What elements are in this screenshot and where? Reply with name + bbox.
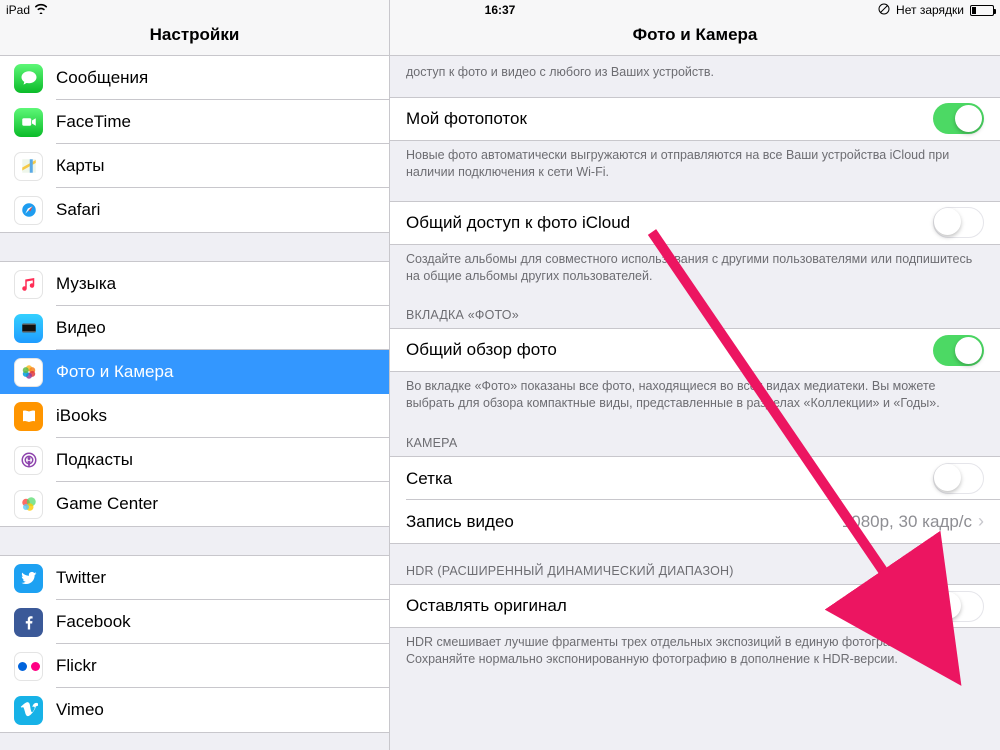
sidebar-item-label: Twitter (56, 568, 106, 588)
sidebar-item-music[interactable]: Музыка (0, 262, 389, 306)
not-charging-icon (878, 3, 890, 18)
podcasts-icon (14, 446, 43, 475)
sidebar-item-label: Видео (56, 318, 106, 338)
sidebar-item-flickr[interactable]: Flickr (0, 644, 389, 688)
sidebar-item-safari[interactable]: Safari (0, 188, 389, 232)
twitter-icon (14, 564, 43, 593)
footer-sharing: Создайте альбомы для совместного использ… (390, 245, 1000, 289)
chevron-right-icon: › (978, 511, 984, 532)
facebook-icon (14, 608, 43, 637)
sidebar-item-label: Vimeo (56, 700, 104, 720)
cell-icloud-sharing[interactable]: Общий доступ к фото iCloud (390, 201, 1000, 245)
sidebar-item-facetime[interactable]: FaceTime (0, 100, 389, 144)
battery-icon (970, 5, 994, 16)
sidebar-item-maps[interactable]: Карты (0, 144, 389, 188)
partial-footer-top: доступ к фото и видео с любого из Ваших … (390, 56, 1000, 85)
cell-photostream[interactable]: Мой фотопоток (390, 97, 1000, 141)
sidebar-item-twitter[interactable]: Twitter (0, 556, 389, 600)
sidebar-item-label: Сообщения (56, 68, 148, 88)
video-icon (14, 314, 43, 343)
sidebar-title: Настройки (150, 25, 240, 45)
sidebar-item-gamecenter[interactable]: Game Center (0, 482, 389, 526)
switch-grid[interactable] (933, 463, 984, 494)
detail-title: Фото и Камера (633, 25, 758, 45)
footer-photostream: Новые фото автоматически выгружаются и о… (390, 141, 1000, 185)
ibooks-icon (14, 402, 43, 431)
header-photos-tab: ВКЛАДКА «ФОТО» (390, 288, 1000, 328)
sidebar-item-label: Game Center (56, 494, 158, 514)
cell-keep-original[interactable]: Оставлять оригинал (390, 584, 1000, 628)
sidebar-item-messages[interactable]: Сообщения (0, 56, 389, 100)
cell-label: Оставлять оригинал (406, 596, 933, 616)
switch-icloud-sharing[interactable] (933, 207, 984, 238)
settings-sidebar: Настройки Сообщения FaceTime (0, 0, 390, 750)
wifi-icon (34, 3, 48, 17)
cell-grid[interactable]: Сетка (390, 456, 1000, 500)
sidebar-item-label: iBooks (56, 406, 107, 426)
cell-record-video[interactable]: Запись видео 1080p, 30 кадр/с › (390, 500, 1000, 544)
maps-icon (14, 152, 43, 181)
cell-value: 1080p, 30 кадр/с (842, 512, 972, 532)
music-icon (14, 270, 43, 299)
sidebar-item-photos[interactable]: Фото и Камера (0, 350, 389, 394)
sidebar-item-label: Музыка (56, 274, 116, 294)
sidebar-item-label: Фото и Камера (56, 362, 173, 382)
sidebar-item-vimeo[interactable]: Vimeo (0, 688, 389, 732)
sidebar-item-facebook[interactable]: Facebook (0, 600, 389, 644)
safari-icon (14, 196, 43, 225)
sidebar-item-label: FaceTime (56, 112, 131, 132)
facetime-icon (14, 108, 43, 137)
messages-icon (14, 64, 43, 93)
sidebar-item-video[interactable]: Видео (0, 306, 389, 350)
footer-tab: Во вкладке «Фото» показаны все фото, нах… (390, 372, 1000, 416)
photos-icon (14, 358, 43, 387)
sidebar-item-label: Safari (56, 200, 100, 220)
status-bar: iPad 16:37 Нет зарядки (0, 0, 1000, 20)
header-camera: КАМЕРА (390, 416, 1000, 456)
clock: 16:37 (485, 3, 516, 17)
sidebar-item-label: Карты (56, 156, 104, 176)
charging-text: Нет зарядки (896, 3, 964, 17)
sidebar-scroll[interactable]: Сообщения FaceTime Карты (0, 56, 389, 750)
sidebar-item-podcasts[interactable]: Подкасты (0, 438, 389, 482)
header-hdr: HDR (РАСШИРЕННЫЙ ДИНАМИЧЕСКИЙ ДИАПАЗОН) (390, 544, 1000, 584)
detail-scroll[interactable]: доступ к фото и видео с любого из Ваших … (390, 56, 1000, 750)
vimeo-icon (14, 696, 43, 725)
detail-pane: Фото и Камера доступ к фото и видео с лю… (390, 0, 1000, 750)
cell-label: Общий обзор фото (406, 340, 933, 360)
device-label: iPad (6, 3, 30, 17)
flickr-icon (14, 652, 43, 681)
footer-hdr: HDR смешивает лучшие фрагменты трех отде… (390, 628, 1000, 672)
cell-summary[interactable]: Общий обзор фото (390, 328, 1000, 372)
sidebar-item-label: Facebook (56, 612, 131, 632)
cell-label: Запись видео (406, 512, 842, 532)
sidebar-item-label: Flickr (56, 656, 97, 676)
switch-summary[interactable] (933, 335, 984, 366)
cell-label: Мой фотопоток (406, 109, 933, 129)
cell-label: Общий доступ к фото iCloud (406, 213, 933, 233)
switch-photostream[interactable] (933, 103, 984, 134)
switch-keep-original[interactable] (933, 591, 984, 622)
sidebar-item-label: Подкасты (56, 450, 133, 470)
cell-label: Сетка (406, 469, 933, 489)
gamecenter-icon (14, 490, 43, 519)
sidebar-item-ibooks[interactable]: iBooks (0, 394, 389, 438)
